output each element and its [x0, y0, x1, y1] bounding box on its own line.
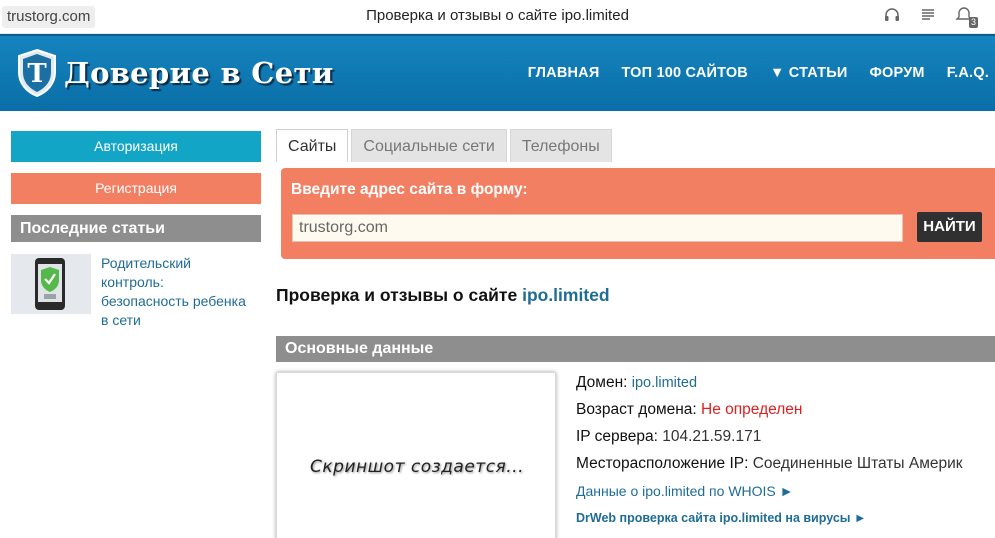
basic-data-heading: Основные данные — [276, 336, 995, 362]
whois-link[interactable]: Данные о ipo.limited по WHOIS ► — [576, 483, 794, 499]
find-button[interactable]: НАЙТИ — [917, 212, 982, 242]
site-logo[interactable]: T Доверие в Сети — [16, 48, 334, 98]
domain-label: Домен: — [576, 374, 628, 391]
info-whois: Данные о ipo.limited по WHOIS ► — [576, 482, 995, 509]
login-button[interactable]: Авторизация — [11, 131, 261, 162]
ip-value: 104.21.59.171 — [662, 428, 762, 445]
sidebar: Авторизация Регистрация Последние статьи… — [11, 131, 261, 330]
notifications-icon[interactable]: 3 — [955, 6, 978, 28]
site-search-input[interactable]: trustorg.com — [292, 214, 903, 242]
info-domain: Домен: ipo.limited — [576, 374, 995, 401]
site-header: T Доверие в Сети ГЛАВНАЯ ТОП 100 САЙТОВ … — [0, 34, 995, 111]
headphones-icon[interactable] — [883, 6, 901, 24]
page-title-domain[interactable]: ipo.limited — [522, 285, 610, 305]
page-title-text: Проверка и отзывы о сайте — [276, 285, 523, 305]
tab-social[interactable]: Социальные сети — [351, 129, 507, 162]
search-tabs: Сайты Социальные сети Телефоны — [276, 129, 995, 162]
address-bar[interactable]: trustorg.com — [2, 6, 96, 28]
main-content: Сайты Социальные сети Телефоны Введите а… — [276, 129, 995, 538]
location-value: Соединенные Штаты Америк — [752, 455, 963, 472]
main-nav: ГЛАВНАЯ ТОП 100 САЙТОВ ▼ СТАТЬИ ФОРУМ F.… — [528, 65, 989, 81]
article-title-line[interactable]: контроль: — [101, 273, 246, 292]
drweb-link[interactable]: DrWeb проверка сайта ipo.limited на виру… — [576, 511, 866, 525]
browser-chrome: trustorg.com Проверка и отзывы о сайте i… — [0, 0, 995, 34]
tab-title: Проверка и отзывы о сайте ipo.limited — [366, 7, 629, 24]
latest-articles-heading: Последние статьи — [11, 215, 261, 242]
article-thumbnail[interactable] — [11, 254, 91, 314]
phone-shield-icon — [11, 254, 91, 314]
ip-label: IP сервера: — [576, 428, 658, 445]
register-button[interactable]: Регистрация — [11, 173, 261, 204]
logo-letter: T — [27, 59, 47, 89]
age-value: Не определен — [701, 401, 803, 418]
age-label: Возраст домена: — [576, 401, 697, 418]
browser-toolbar: 3 — [883, 6, 978, 28]
article-title-line[interactable]: безопасность ребенка — [101, 292, 246, 311]
nav-articles[interactable]: ▼ СТАТЬИ — [770, 65, 847, 81]
page-title: Проверка и отзывы о сайте ipo.limited — [276, 285, 610, 306]
shield-logo-icon: T — [18, 48, 56, 98]
nav-faq[interactable]: F.A.Q. — [947, 65, 989, 81]
domain-value[interactable]: ipo.limited — [632, 375, 697, 391]
logo-text: Доверие в Сети — [64, 56, 334, 90]
notification-count: 3 — [968, 17, 978, 28]
screenshot-status: Скриншот создается... — [310, 457, 524, 477]
info-ip: IP сервера: 104.21.59.171 — [576, 428, 995, 455]
search-panel: Введите адрес сайта в форму: trustorg.co… — [281, 168, 995, 259]
article-item[interactable]: Родительский контроль: безопасность ребе… — [11, 254, 261, 330]
reader-mode-icon[interactable] — [919, 6, 937, 24]
location-label: Месторасположение IP: — [576, 455, 749, 472]
nav-top100[interactable]: ТОП 100 САЙТОВ — [621, 65, 748, 81]
search-label: Введите адрес сайта в форму: — [291, 181, 528, 198]
article-title-line[interactable]: в сети — [101, 311, 246, 330]
info-age: Возраст домена: Не определен — [576, 401, 995, 428]
tab-phones[interactable]: Телефоны — [509, 129, 612, 162]
nav-home[interactable]: ГЛАВНАЯ — [528, 65, 600, 81]
article-title-line[interactable]: Родительский — [101, 254, 246, 273]
tab-sites[interactable]: Сайты — [276, 129, 349, 162]
info-drweb: DrWeb проверка сайта ipo.limited на виру… — [576, 509, 995, 536]
info-location: Месторасположение IP: Соединенные Штаты … — [576, 455, 995, 482]
site-info: Домен: ipo.limited Возраст домена: Не оп… — [576, 374, 995, 536]
nav-forum[interactable]: ФОРУМ — [869, 65, 924, 81]
site-screenshot-placeholder: Скриншот создается... — [276, 372, 556, 538]
